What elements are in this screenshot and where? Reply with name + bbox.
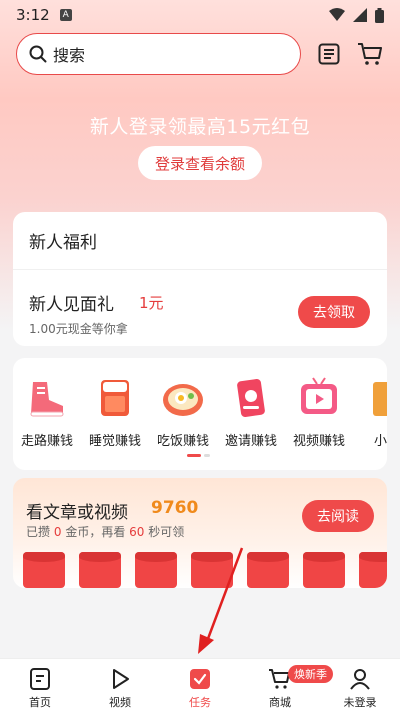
article-title: 看文章或视频 (26, 503, 128, 523)
carousel-dots (187, 454, 210, 457)
task-check-icon (190, 669, 210, 689)
earn-item-sleep[interactable]: 睡觉赚钱 (81, 374, 149, 449)
red-envelope-icon[interactable] (191, 552, 233, 588)
status-bar: 3:12 A (0, 0, 400, 30)
article-coins: 0 (53, 525, 62, 539)
red-envelope-icon[interactable] (303, 552, 345, 588)
notification-icon: A (59, 9, 72, 21)
search-placeholder: 搜索 (53, 46, 86, 65)
carousel-dot (204, 454, 210, 457)
search-icon (29, 45, 47, 63)
cart-button[interactable] (355, 38, 386, 70)
tab-mall[interactable]: 商城 焕新季 (240, 659, 333, 710)
search-input[interactable]: 搜索 (16, 33, 302, 75)
tab-label: 商城 (269, 696, 291, 709)
status-time: 3:12 (16, 6, 50, 24)
earn-item-video[interactable]: 视频赚钱 (285, 374, 353, 449)
red-envelope-icon[interactable] (79, 552, 121, 588)
earn-item-label: 吃饭赚钱 (156, 434, 209, 449)
article-card: 看文章或视频 9760 已攒 0 金币，再看 60 秒可领 去阅读 (13, 478, 387, 588)
wifi-icon (329, 8, 345, 21)
earn-item-label: 视频赚钱 (292, 434, 345, 449)
article-seconds: 60 (129, 525, 145, 539)
login-button[interactable]: 登录查看余额 (138, 146, 262, 180)
user-icon (350, 669, 370, 690)
gift-amount: 1元 (139, 294, 164, 312)
invite-card-icon (237, 379, 265, 417)
claim-button[interactable]: 去领取 (298, 296, 370, 328)
gift-row: 新人见面礼 1元 1.00元现金等你拿 去领取 (13, 270, 387, 346)
sneaker-icon (30, 382, 64, 417)
article-sub-prefix: 已攒 (26, 525, 51, 539)
tab-label: 未登录 (343, 696, 377, 709)
battery-icon (375, 7, 384, 23)
signal-icon (353, 8, 367, 22)
tab-profile[interactable]: 未登录 (320, 659, 400, 710)
book-icon (373, 382, 387, 416)
earn-item-label: 睡觉赚钱 (88, 434, 141, 449)
tab-label: 视频 (109, 696, 131, 709)
read-button[interactable]: 去阅读 (302, 500, 374, 532)
gift-title: 新人见面礼 (29, 295, 114, 315)
welfare-header: 新人福利 (13, 212, 387, 270)
red-envelope-row (23, 552, 387, 588)
earn-item-label: 邀请赚钱 (224, 434, 277, 449)
tab-video[interactable]: 视频 (80, 659, 160, 710)
article-sub-suffix: 秒可领 (148, 525, 185, 539)
welfare-card: 新人福利 新人见面礼 1元 1.00元现金等你拿 去领取 (13, 212, 387, 346)
red-envelope-icon[interactable] (247, 552, 289, 588)
search-row: 搜索 (16, 32, 386, 76)
red-envelope-icon[interactable] (135, 552, 177, 588)
red-envelope-icon[interactable] (23, 552, 65, 588)
home-doc-icon (30, 668, 50, 690)
earn-item-eat[interactable]: 吃饭赚钱 (149, 374, 217, 449)
earn-item-label: 小说 (373, 434, 387, 449)
bottom-tab-bar: 首页 视频 任务 商城 焕新季 未登录 (0, 658, 400, 710)
play-icon (113, 669, 129, 689)
earn-item-novel[interactable]: 小说 (353, 374, 387, 449)
earn-item-label: 走路赚钱 (20, 434, 73, 449)
food-bowl-icon (163, 384, 203, 416)
article-subtitle: 已攒 0 金币，再看 60 秒可领 (26, 523, 184, 540)
article-sub-mid: 金币，再看 (65, 525, 126, 539)
tab-home[interactable]: 首页 (0, 659, 80, 710)
tab-label: 首页 (29, 696, 51, 709)
list-icon (318, 43, 340, 65)
cart-icon (358, 43, 383, 65)
tab-task[interactable]: 任务 (160, 659, 240, 710)
tab-label: 任务 (189, 696, 211, 709)
gift-subtitle: 1.00元现金等你拿 (29, 322, 128, 336)
tv-video-icon (301, 377, 337, 414)
earn-item-walk[interactable]: 走路赚钱 (13, 374, 81, 449)
earn-item-invite[interactable]: 邀请赚钱 (217, 374, 285, 449)
earn-items: 走路赚钱 睡觉赚钱 吃饭赚钱 邀请赚钱 视频赚钱 小 (13, 374, 387, 449)
carousel-dot-active (187, 454, 201, 457)
order-list-button[interactable] (313, 38, 344, 70)
bed-icon (101, 380, 129, 416)
banner-title: 新人登录领最高15元红包 (89, 116, 311, 138)
earn-card: 走路赚钱 睡觉赚钱 吃饭赚钱 邀请赚钱 视频赚钱 小 (13, 358, 387, 470)
red-envelope-icon[interactable] (359, 552, 387, 588)
article-count: 9760 (151, 498, 199, 518)
